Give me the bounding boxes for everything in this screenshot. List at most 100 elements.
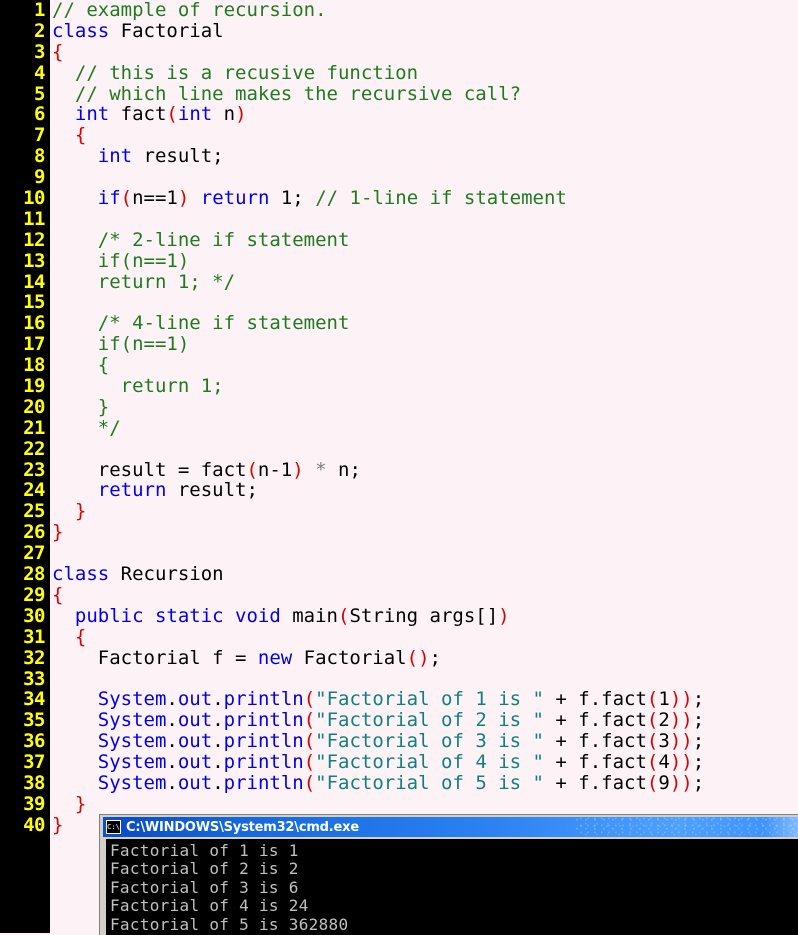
code-line[interactable]	[50, 543, 798, 564]
line-number: 16	[23, 312, 45, 335]
code-line[interactable]: if(n==1)	[50, 250, 798, 272]
code-token: .	[166, 730, 178, 753]
code-line[interactable]: {	[50, 626, 798, 648]
code-token: result;	[166, 479, 258, 502]
code-line[interactable]: {	[50, 584, 798, 606]
code-token: return 1; */	[97, 270, 236, 293]
line-number: 5	[34, 82, 45, 105]
code-token: println	[223, 751, 304, 774]
cmd-console-window[interactable]: C:\ C:\WINDOWS\System32\cmd.exe Factoria…	[100, 815, 798, 935]
code-line[interactable]: System.out.println("Factorial of 5 is " …	[50, 773, 798, 794]
code-line[interactable]: }	[50, 396, 798, 418]
code-line[interactable]	[50, 439, 798, 460]
line-number: 34	[23, 688, 45, 711]
code-token: {	[74, 124, 87, 147]
line-number: 9	[34, 166, 45, 189]
line-number: 39	[23, 792, 45, 815]
code-token: System	[97, 709, 167, 732]
code-token: System	[97, 688, 167, 711]
code-line[interactable]	[50, 209, 798, 230]
code-line[interactable]: class Factorial	[50, 20, 798, 42]
line-number: 19	[23, 375, 45, 398]
code-token: }	[52, 521, 64, 544]
code-token: // example of recursion.	[52, 0, 327, 21]
line-number: 20	[23, 395, 45, 418]
line-number: 36	[23, 730, 45, 753]
code-token: ))	[669, 688, 693, 711]
code-line[interactable]: }	[50, 501, 798, 522]
code-line[interactable]: return 1;	[50, 376, 798, 397]
code-line[interactable]: {	[50, 355, 798, 376]
code-line[interactable]: }	[50, 793, 798, 815]
code-token: (	[646, 751, 659, 774]
console-output-line: Factorial of 4 is 24	[110, 896, 309, 916]
code-token: Recursion	[109, 563, 224, 586]
code-line[interactable]: result = fact(n-1) * n;	[50, 458, 798, 481]
code-line[interactable]: }	[50, 522, 798, 543]
code-token: (	[303, 688, 316, 711]
console-titlebar[interactable]: C:\ C:\WINDOWS\System32\cmd.exe	[103, 817, 798, 837]
code-token: return 1;	[120, 375, 224, 398]
code-token: (	[338, 604, 350, 627]
code-line[interactable]: System.out.println("Factorial of 1 is " …	[50, 689, 798, 710]
code-line[interactable]: {	[50, 41, 798, 63]
code-line[interactable]: // which line makes the recursive call?	[50, 83, 798, 105]
code-area[interactable]: // example of recursion. class Factorial{…	[50, 0, 798, 933]
code-token: ))	[669, 751, 693, 774]
code-line[interactable]	[50, 167, 798, 188]
line-number: 12	[23, 228, 45, 251]
code-token: // this is a recusive function	[74, 61, 419, 84]
code-token: ;	[429, 646, 441, 669]
code-line[interactable]: /* 4-line if statement	[50, 313, 798, 334]
code-token: .	[212, 771, 224, 794]
code-line[interactable]: /* 2-line if statement	[50, 228, 798, 251]
line-number: 25	[23, 500, 45, 523]
code-line[interactable]: int result;	[50, 146, 798, 167]
code-line[interactable]: public static void main(String args[])	[50, 604, 798, 627]
line-number: 15	[23, 291, 45, 314]
code-token: (	[303, 771, 316, 794]
code-token: new	[257, 646, 293, 669]
code-token: + f.fact	[543, 751, 647, 774]
code-token: println	[223, 730, 304, 753]
code-line[interactable]: // this is a recusive function	[50, 61, 798, 84]
code-token: int	[177, 103, 213, 126]
code-token: int	[74, 103, 110, 126]
code-line[interactable]: System.out.println("Factorial of 3 is " …	[50, 731, 798, 752]
code-token: ;	[692, 709, 705, 732]
line-number: 21	[23, 416, 45, 439]
code-line[interactable]: if(n==1)	[50, 334, 798, 355]
code-line[interactable]: */	[50, 417, 798, 439]
code-line[interactable]: if(n==1) return 1; // 1-line if statemen…	[50, 188, 798, 209]
line-number: 38	[23, 771, 45, 794]
code-line[interactable]: {	[50, 125, 798, 146]
code-token: ))	[669, 730, 693, 753]
code-line[interactable]: int fact(int n)	[50, 104, 798, 125]
code-token: .	[166, 688, 178, 711]
code-line[interactable]: return 1; */	[50, 270, 798, 293]
code-editor[interactable]: 1 2 3 4 5 6 7 8 9 10 11 12 13 14 15 16 17 18 19 20 21 22 23 24 2…	[0, 0, 798, 933]
code-line[interactable]	[50, 292, 798, 313]
code-token: result = fact	[52, 458, 247, 481]
code-line[interactable]	[50, 669, 798, 690]
line-number: 22	[23, 437, 45, 460]
code-line[interactable]: class Recursion	[50, 564, 798, 585]
code-line[interactable]: // example of recursion.	[50, 0, 798, 21]
code-token: /* 2-line if statement	[97, 228, 350, 251]
code-line[interactable]: System.out.println("Factorial of 4 is " …	[50, 752, 798, 773]
line-number: 23	[23, 458, 45, 481]
line-number: 2	[34, 19, 45, 42]
code-token: ;	[692, 771, 705, 794]
code-line[interactable]: return result;	[50, 480, 798, 501]
line-number: 30	[23, 604, 45, 627]
code-line[interactable]: Factorial f = new Factorial();	[50, 646, 798, 669]
code-line[interactable]: System.out.println("Factorial of 2 is " …	[50, 710, 798, 731]
code-token: (	[646, 771, 659, 794]
